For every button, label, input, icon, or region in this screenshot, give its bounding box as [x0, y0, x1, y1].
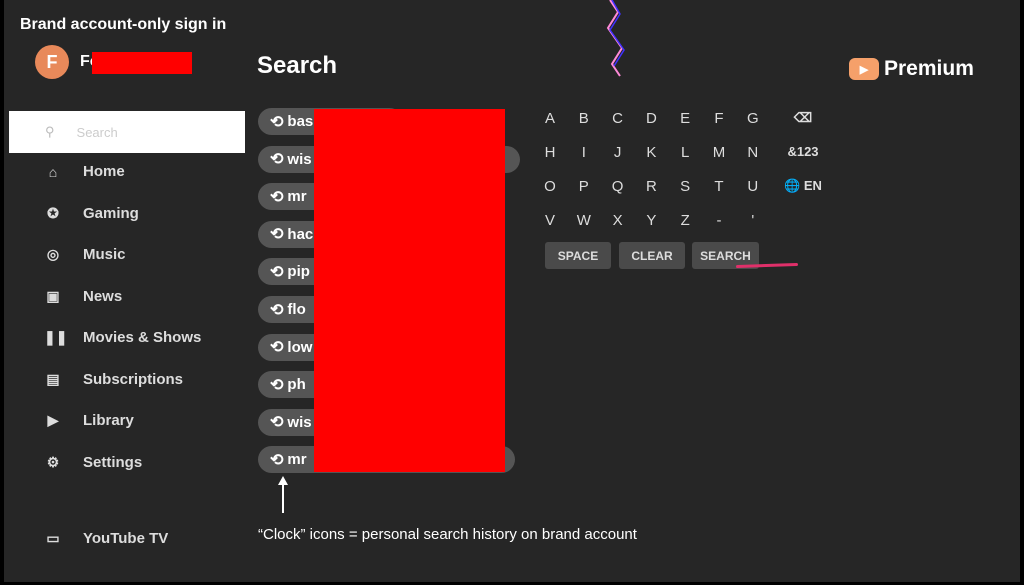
tv-icon: ▭: [46, 530, 60, 546]
library-icon: ▶: [47, 412, 59, 428]
clear-key[interactable]: CLEAR: [619, 242, 685, 269]
page-title: Search: [257, 52, 338, 79]
key[interactable]: D: [641, 110, 661, 127]
history-clock-icon: ⟲: [270, 414, 284, 432]
key[interactable]: L: [675, 144, 695, 161]
key[interactable]: K: [641, 144, 661, 161]
avatar[interactable]: F: [35, 45, 69, 79]
key[interactable]: I: [574, 144, 594, 161]
annotation-squiggle: [606, 0, 625, 77]
history-clock-icon: ⟲: [270, 339, 284, 357]
tv-screen: [4, 0, 1020, 582]
history-text: ph: [287, 376, 306, 394]
history-text: flo: [287, 301, 306, 318]
key[interactable]: G: [743, 110, 763, 127]
sidebar-item-label: YouTube TV: [83, 530, 169, 547]
sidebar-item-movies-shows[interactable]: ❚❚ Movies & Shows: [44, 329, 201, 346]
sidebar-item-label: Settings: [83, 453, 143, 471]
home-icon: ⌂: [48, 163, 58, 180]
key[interactable]: ⌫: [780, 110, 826, 126]
key[interactable]: ': [743, 212, 763, 229]
history-clock-icon: ⟲: [270, 113, 284, 131]
key[interactable]: V: [540, 212, 560, 229]
space-key[interactable]: SPACE: [545, 242, 611, 269]
search-icon: ⚲: [45, 124, 55, 139]
key[interactable]: J: [608, 144, 628, 161]
settings-icon: ⚙: [46, 453, 60, 470]
sidebar-item-library[interactable]: ▶ Library: [44, 412, 134, 429]
key[interactable]: R: [641, 178, 661, 195]
subscriptions-icon: ▤: [46, 370, 60, 387]
sidebar-item-home[interactable]: ⌂ Home: [44, 163, 125, 180]
key[interactable]: F: [709, 110, 729, 127]
key[interactable]: P: [574, 178, 594, 195]
history-clock-icon: ⟲: [270, 151, 284, 169]
key[interactable]: T: [709, 178, 729, 195]
brand-label: Premium: [884, 57, 974, 80]
key[interactable]: Q: [608, 178, 628, 195]
premium-logo: ▶ Premium: [849, 57, 974, 81]
key[interactable]: Y: [641, 212, 661, 229]
annotation-note: “Clock” icons = personal search history …: [258, 526, 637, 543]
sidebar-item-subscriptions[interactable]: ▤ Subscriptions: [44, 371, 183, 388]
history-clock-icon: ⟲: [270, 376, 284, 394]
sidebar-item-label: News: [83, 287, 123, 305]
history-clock-icon: ⟲: [270, 226, 284, 244]
key[interactable]: M: [709, 144, 729, 161]
search-label: Search: [76, 124, 118, 140]
gaming-icon: ✪: [47, 204, 59, 221]
history-clock-icon: ⟲: [270, 263, 284, 281]
sidebar-item-gaming[interactable]: ✪ Gaming: [44, 205, 139, 222]
key[interactable]: E: [675, 110, 695, 127]
music-icon: ◎: [46, 246, 60, 262]
key[interactable]: H: [540, 144, 560, 161]
key[interactable]: W: [574, 212, 594, 229]
history-text: mr: [287, 188, 307, 206]
sidebar-item-settings[interactable]: ⚙ Settings: [44, 454, 142, 471]
key[interactable]: U: [743, 178, 763, 195]
key[interactable]: -: [709, 212, 729, 229]
news-icon: ▣: [46, 287, 60, 304]
key[interactable]: N: [743, 144, 763, 161]
annotation-arrow: [278, 476, 288, 513]
key[interactable]: A: [540, 110, 560, 127]
history-text: wis: [287, 150, 312, 168]
history-text: pip: [287, 263, 310, 281]
redaction: [314, 109, 505, 472]
sidebar-item-label: Subscriptions: [83, 370, 184, 388]
redaction: [92, 52, 192, 74]
history-text: mr: [287, 451, 307, 469]
sidebar-item-label: Movies & Shows: [83, 329, 202, 346]
sidebar-item-label: Home: [83, 163, 125, 180]
history-clock-icon: ⟲: [270, 451, 284, 469]
history-text: low: [287, 338, 313, 356]
youtube-play-icon: ▶: [849, 58, 879, 80]
sidebar-item-label: Library: [83, 412, 134, 429]
key[interactable]: Z: [675, 212, 695, 229]
movies-icon: ❚❚: [44, 329, 68, 345]
key[interactable]: C: [608, 110, 628, 127]
key[interactable]: 🌐 EN: [780, 178, 826, 194]
sidebar-item-music[interactable]: ◎ Music: [44, 246, 126, 263]
sidebar-item-news[interactable]: ▣ News: [44, 288, 122, 305]
key[interactable]: &123: [780, 144, 826, 159]
sidebar-item-label: Gaming: [83, 204, 139, 222]
history-text: bas: [287, 113, 314, 130]
sidebar-search[interactable]: ⚲ Search: [9, 111, 245, 153]
key[interactable]: S: [675, 178, 695, 195]
key[interactable]: X: [608, 212, 628, 229]
sidebar-item-youtube-tv[interactable]: ▭ YouTube TV: [44, 530, 168, 547]
history-clock-icon: ⟲: [270, 301, 284, 319]
key[interactable]: O: [540, 178, 560, 195]
key[interactable]: B: [574, 110, 594, 127]
history-clock-icon: ⟲: [270, 188, 284, 206]
history-text: hac: [287, 225, 314, 243]
history-text: wis: [287, 413, 312, 431]
annotation-caption: Brand account-only sign in: [20, 16, 227, 33]
sidebar-item-label: Music: [83, 246, 126, 263]
